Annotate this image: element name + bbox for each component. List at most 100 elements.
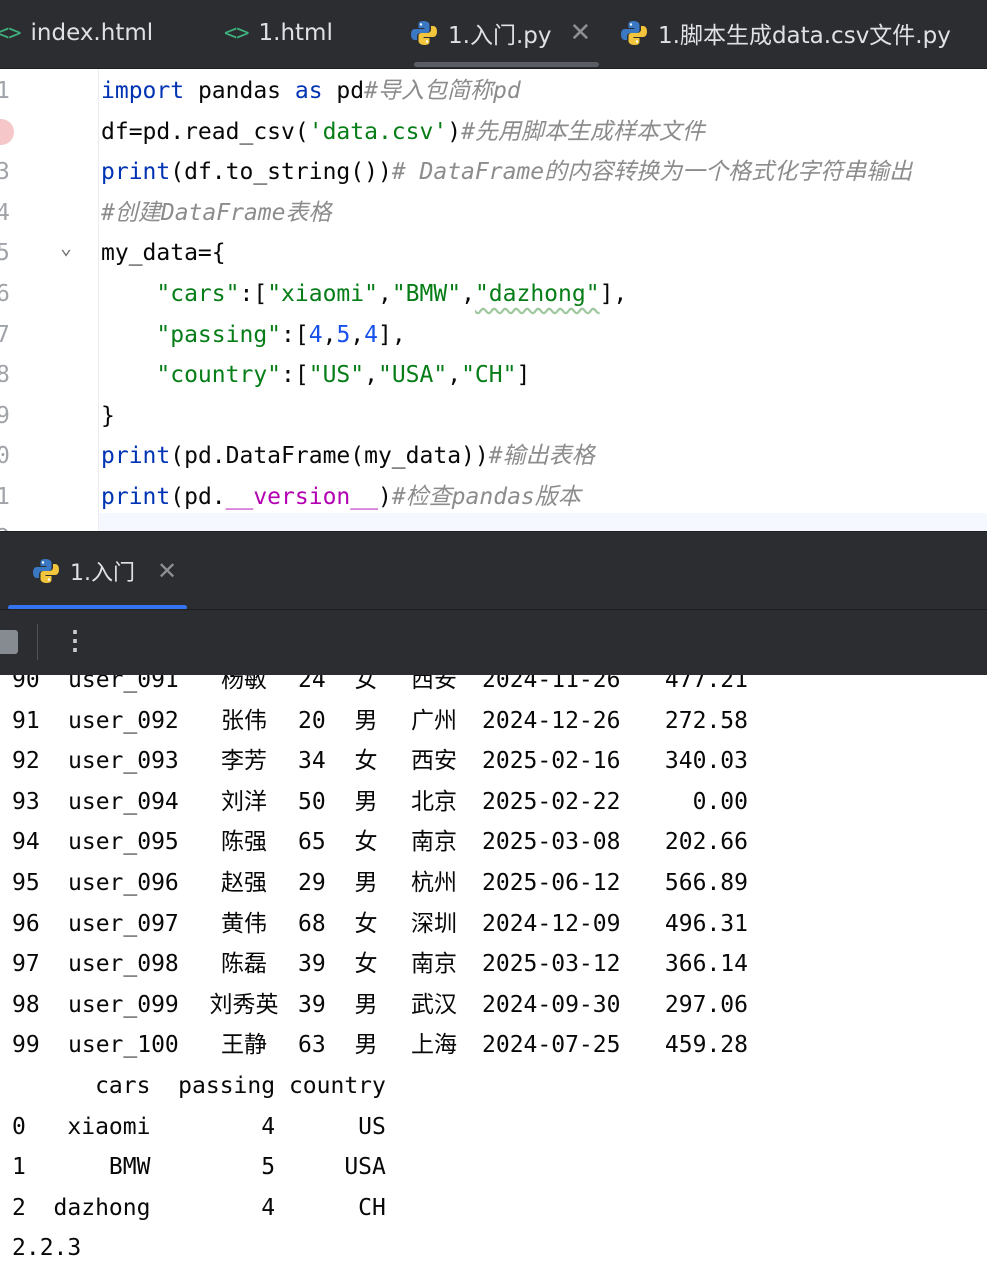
- tab-label: index.html: [30, 20, 154, 46]
- console-cell: 深圳: [411, 910, 457, 937]
- console-cell: 29: [298, 870, 326, 896]
- console-cell: 366.14: [664, 951, 748, 978]
- code-line[interactable]: 5 ⌄ my_data={: [0, 233, 987, 273]
- console-cell: user_092: [68, 707, 179, 734]
- console-cell: 94: [12, 829, 40, 856]
- stop-icon[interactable]: [0, 630, 18, 654]
- console-cell: 63: [298, 1032, 326, 1059]
- console-cell: 91: [12, 707, 40, 734]
- code-line[interactable]: 1 print(pd.__version__)#检查pandas版本: [0, 477, 987, 517]
- code-token: # DataFrame的内容转换为一个格式化字符串输出: [391, 159, 913, 186]
- tab-script-generate-csv[interactable]: 1.脚本生成data.csv文件.py: [620, 0, 951, 66]
- python-icon: [621, 21, 647, 45]
- code-token: ,: [322, 321, 337, 348]
- code-line[interactable]: 8 "country":["US","USA","CH"]: [0, 355, 987, 395]
- code-editor[interactable]: 1 import pandas as pd#导入包简称pd df=pd.read_c…: [0, 69, 987, 531]
- run-panel-header: 1.入门 ✕: [0, 531, 987, 610]
- console-cell: 39: [298, 951, 326, 978]
- line-number[interactable]: 1: [0, 71, 16, 111]
- console-output[interactable]: 90 user_091 杨敏 24 女西安 2024-11-26 477.21 91 user_…: [0, 675, 987, 1284]
- fold-chevron-icon[interactable]: ⌄: [60, 227, 72, 267]
- python-icon: [33, 559, 59, 583]
- run-tab-label: 1.入门: [70, 561, 135, 586]
- code-token: #导入包简称pd: [364, 78, 521, 104]
- code-token: print: [101, 484, 171, 510]
- console-cell: 496.31: [664, 910, 748, 937]
- console-cell: 2025-02-16: [482, 748, 621, 775]
- code-line[interactable]: 3 print(df.to_string())# DataFrame的内容转换为一…: [0, 152, 987, 192]
- console-cell: 2025-03-12: [482, 951, 621, 978]
- console-cell: user_099: [68, 991, 179, 1018]
- close-icon[interactable]: ✕: [157, 557, 177, 585]
- tab-1-rumen-py[interactable]: 1.入门.py ✕: [410, 0, 591, 66]
- console-line: 2.2.3: [12, 1235, 82, 1262]
- code-line[interactable]: 2: [0, 518, 987, 531]
- line-number[interactable]: 4: [0, 193, 16, 233]
- run-tab-1-rumen[interactable]: 1.入门 ✕: [32, 532, 177, 610]
- code-token: ],: [599, 281, 628, 307]
- line-number[interactable]: 9: [0, 396, 16, 436]
- console-cell: 女: [354, 675, 378, 693]
- console-cell: 2024-11-26: [482, 675, 621, 693]
- console-cell: 93: [12, 788, 40, 815]
- console-cell: 34: [298, 748, 326, 775]
- line-number[interactable]: 3: [0, 152, 16, 192]
- console-row: 93 user_094 刘洋 50 男 北京 2025-02-22 0.00: [12, 782, 972, 822]
- code-line[interactable]: 0 print(pd.DataFrame(my_data))#输出表格: [0, 436, 987, 476]
- code-line[interactable]: 6 "cars":["xiaomi","BMW","dazhong"],: [0, 274, 987, 314]
- more-options-icon[interactable]: ⋮: [62, 624, 88, 658]
- line-number[interactable]: 8: [0, 355, 16, 395]
- code-line[interactable]: 1 import pandas as pd#导入包简称pd: [0, 71, 987, 111]
- active-tab-indicator: [414, 62, 599, 67]
- code-token: ,: [377, 281, 392, 307]
- line-number[interactable]: 0: [0, 436, 16, 476]
- console-cell: 南京: [411, 829, 457, 856]
- code-token: "US": [308, 362, 365, 389]
- console-row: 92 user_093 李芳 34 女 西安 2025-02-16 340.03: [12, 741, 972, 781]
- editor-tab-bar: <> index.html <> 1.html 1.入门.py ✕ 1.脚本生成…: [0, 0, 987, 69]
- console-cell: 297.06: [664, 991, 748, 1018]
- code-line[interactable]: 7 "passing":[4,5,4],: [0, 315, 987, 355]
- code-token: ,: [447, 362, 462, 389]
- line-number[interactable]: 2: [0, 518, 16, 531]
- console-cell: 陈强: [221, 829, 267, 856]
- code-line[interactable]: df=pd.read_csv('data.csv')#先用脚本生成样本文件: [0, 112, 987, 152]
- console-cell: 西安: [411, 675, 457, 693]
- code-line[interactable]: 4 #创建DataFrame表格: [0, 193, 987, 233]
- console-cell: 男: [354, 788, 378, 815]
- console-cell: 2024-07-25: [482, 1032, 621, 1059]
- close-icon[interactable]: ✕: [569, 18, 591, 48]
- console-cell: user_091: [68, 675, 179, 693]
- console-cell: 李芳: [221, 748, 267, 775]
- console-cell: 杨敏: [221, 675, 267, 693]
- console-cell: 2025-03-08: [482, 829, 621, 856]
- line-number[interactable]: 5: [0, 233, 16, 273]
- console-cell: 上海: [411, 1032, 457, 1059]
- tab-index-html[interactable]: <> index.html: [0, 0, 153, 66]
- console-cell: 女: [354, 951, 378, 978]
- console-cell: 0.00: [692, 788, 748, 815]
- line-number[interactable]: 1: [0, 477, 16, 517]
- code-token: "BMW": [391, 281, 462, 307]
- console-cell: 女: [354, 748, 378, 775]
- console-cell: 98: [12, 991, 40, 1018]
- line-number[interactable]: 7: [0, 315, 16, 355]
- console-cell: 90: [12, 675, 40, 693]
- code-token: (pd.DataFrame(my_data)): [170, 443, 489, 470]
- code-token: pd: [322, 78, 365, 104]
- console-cell: 刘秀英: [209, 991, 279, 1018]
- code-token: print: [101, 443, 171, 470]
- line-number[interactable]: 6: [0, 274, 16, 314]
- breakpoint-icon[interactable]: [0, 118, 14, 145]
- code-token: 4: [364, 321, 379, 348]
- console-cell: 272.58: [664, 707, 748, 734]
- code-text: my_data={: [101, 233, 226, 273]
- tab-1-html[interactable]: <> 1.html: [224, 0, 333, 66]
- code-token: #先用脚本生成样本文件: [461, 118, 705, 145]
- console-row: 97 user_098 陈磊 39 女 南京 2025-03-12 366.14: [12, 944, 972, 984]
- console-cell: 女: [354, 910, 378, 937]
- code-line[interactable]: 9}: [0, 396, 987, 436]
- code-token: 'data.csv': [308, 118, 448, 145]
- console-line: 2 dazhong 4 CH: [12, 1194, 386, 1221]
